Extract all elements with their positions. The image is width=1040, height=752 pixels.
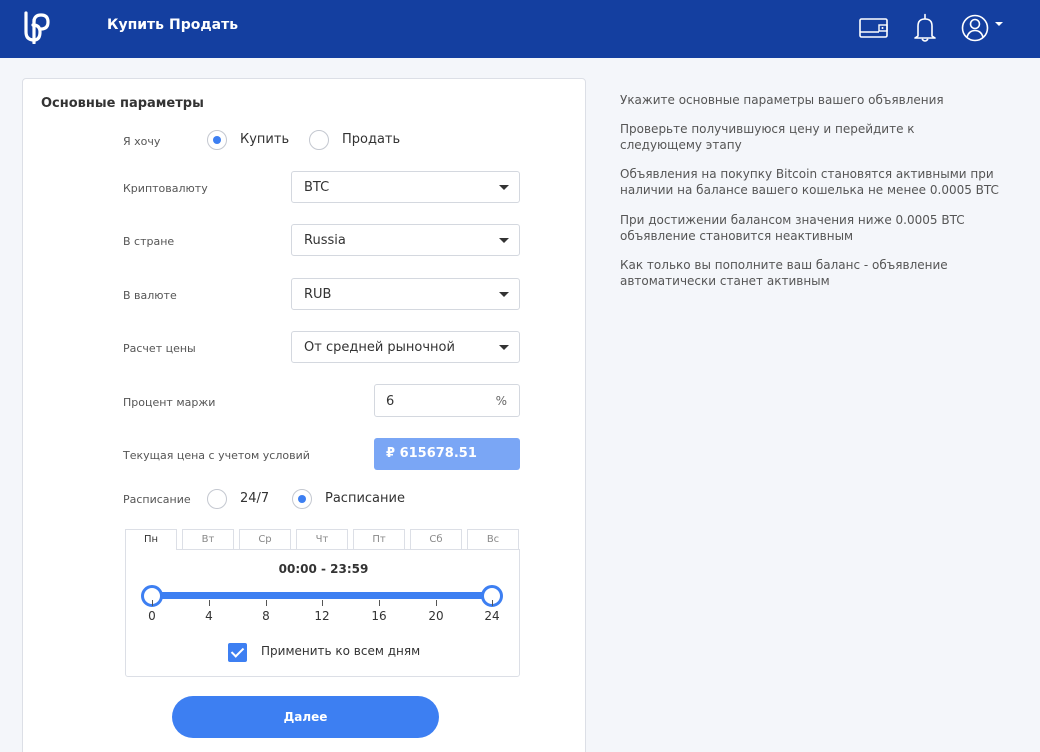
crypto-label: Криптовалюту	[123, 182, 208, 195]
slider-tick-label: 8	[262, 609, 270, 623]
slider-tick-label: 4	[205, 609, 213, 623]
country-select[interactable]: Russia	[291, 224, 520, 256]
crypto-select[interactable]: BTC	[291, 171, 520, 203]
tab-day-sat[interactable]: Сб	[410, 529, 462, 549]
chevron-down-icon[interactable]	[994, 20, 1004, 28]
caret-down-icon	[499, 345, 509, 350]
slider-tick-label: 20	[428, 609, 444, 623]
current-price-display: ₽ 615678.51	[374, 438, 520, 470]
margin-input[interactable]: 6 %	[374, 384, 520, 417]
schedule-247-label: 24/7	[240, 491, 270, 506]
tab-day-sun[interactable]: Вс	[467, 529, 519, 549]
card-title: Основные параметры	[41, 96, 204, 111]
crypto-select-value: BTC	[304, 180, 330, 195]
want-buy-radio[interactable]	[207, 130, 227, 150]
slider-tick-label: 16	[371, 609, 387, 623]
margin-input-value: 6	[386, 394, 395, 409]
pricing-label: Расчет цены	[123, 342, 196, 355]
want-sell-radio[interactable]	[309, 130, 329, 150]
tab-day-thu[interactable]: Чт	[296, 529, 348, 549]
nav-sell-link[interactable]: Продать	[169, 17, 238, 33]
caret-down-icon	[499, 185, 509, 190]
time-slider-track[interactable]	[152, 592, 493, 599]
next-button[interactable]: Далее	[172, 696, 439, 738]
bell-icon[interactable]	[908, 11, 942, 45]
schedule-247-radio[interactable]	[207, 489, 227, 509]
nav-buy-link[interactable]: Купить	[107, 17, 164, 33]
schedule-custom-radio[interactable]	[292, 489, 312, 509]
country-label: В стране	[123, 235, 175, 248]
caret-down-icon	[499, 238, 509, 243]
hint-text: Укажите основные параметры вашего объявл…	[620, 93, 944, 107]
slider-tick	[152, 600, 153, 606]
slider-tick	[436, 600, 437, 606]
margin-label: Процент маржи	[123, 396, 216, 409]
hint-text: Проверьте получившуюся цену и перейдите …	[620, 122, 915, 152]
schedule-day-tabs: Пн Вт Ср Чт Пт Сб Вс 00:00 - 23:59 0 4 8…	[125, 529, 520, 677]
currency-select[interactable]: RUB	[291, 278, 520, 310]
want-label: Я хочу	[123, 135, 161, 148]
percent-unit: %	[495, 394, 507, 408]
pricing-select-value: От средней рыночной	[304, 340, 455, 355]
top-header: Купить Продать	[0, 0, 1040, 58]
current-price-value: ₽ 615678.51	[386, 446, 477, 461]
tab-day-wed[interactable]: Ср	[239, 529, 291, 549]
currency-select-value: RUB	[304, 287, 332, 302]
wallet-icon[interactable]	[857, 11, 891, 45]
hint-text: Как только вы пополните ваш баланс - объ…	[620, 258, 948, 288]
slider-tick	[492, 600, 493, 606]
apply-all-days-label: Применить ко всем дням	[261, 644, 421, 658]
main-parameters-card: Основные параметры Я хочу Купить Продать…	[22, 78, 586, 752]
pricing-select[interactable]: От средней рыночной	[291, 331, 520, 363]
slider-tick-label: 12	[314, 609, 330, 623]
currency-label: В валюте	[123, 289, 177, 302]
hint-text: При достижении балансом значения ниже 0.…	[620, 213, 965, 243]
apply-all-days-checkbox[interactable]	[228, 643, 247, 662]
slider-tick	[379, 600, 380, 606]
hint-text: Объявления на покупку Bitcoin становятся…	[620, 167, 999, 197]
logo-icon[interactable]	[20, 10, 54, 44]
schedule-day-panel: 00:00 - 23:59 0 4 8 12 16 20 24 Применит…	[125, 549, 520, 677]
slider-tick-label: 24	[484, 609, 500, 623]
user-icon[interactable]	[958, 11, 992, 45]
time-range-value: 00:00 - 23:59	[278, 562, 369, 576]
tab-day-tue[interactable]: Вт	[182, 529, 234, 549]
schedule-label: Расписание	[123, 493, 191, 506]
tab-day-fri[interactable]: Пт	[353, 529, 405, 549]
tab-day-mon[interactable]: Пн	[125, 529, 177, 550]
caret-down-icon	[499, 292, 509, 297]
slider-tick	[209, 600, 210, 606]
want-buy-label: Купить	[240, 132, 290, 147]
current-price-label: Текущая цена с учетом условий	[123, 449, 310, 462]
slider-tick	[266, 600, 267, 606]
slider-tick-label: 0	[148, 609, 156, 623]
want-sell-label: Продать	[342, 132, 401, 147]
slider-tick	[322, 600, 323, 606]
schedule-custom-label: Расписание	[325, 491, 405, 506]
country-select-value: Russia	[304, 233, 346, 248]
